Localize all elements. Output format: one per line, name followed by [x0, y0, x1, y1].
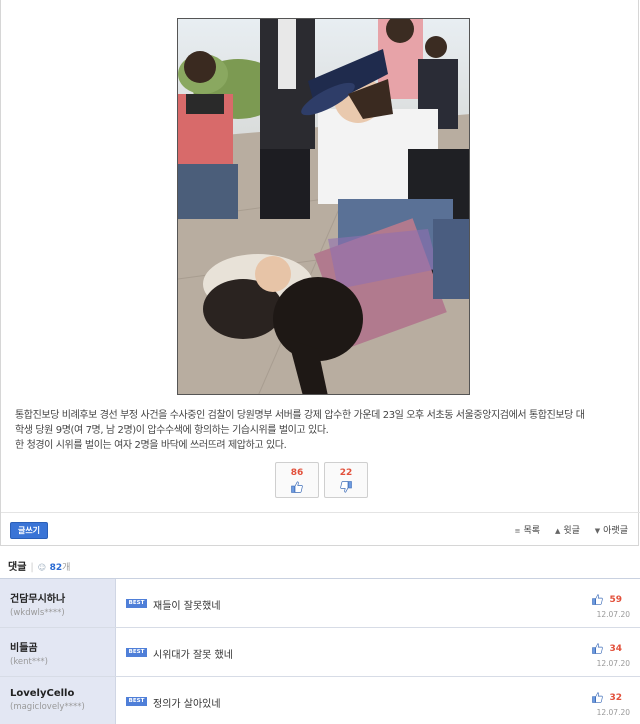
comment-like-count: 32: [609, 693, 622, 703]
prev-label: 윗글: [563, 526, 580, 536]
photo-illustration: [178, 19, 469, 394]
triangle-down-icon: ▼: [594, 527, 601, 535]
next-post-link[interactable]: ▼ 아랫글: [595, 526, 628, 536]
comment-author[interactable]: 건담무시하나 (wkdwls****): [0, 579, 116, 627]
article-line-2: 학생 당원 9명(여 7명, 남 2명)이 압수수색에 항의하는 기습시위를 벌…: [15, 425, 329, 436]
page: 통합진보당 비례후보 경선 부정 사건을 수사중인 검찰이 당원명부 서버를 강…: [0, 0, 640, 724]
comment-date: 12.07.20: [596, 708, 630, 717]
author-nickname[interactable]: 건담무시하나: [10, 590, 115, 605]
author-nickname[interactable]: LovelyCello: [10, 688, 115, 699]
article-line-1: 통합진보당 비례후보 경선 부정 사건을 수사중인 검찰이 당원명부 서버를 강…: [15, 410, 585, 421]
thumbs-up-icon: [592, 594, 604, 605]
comment-row: 건담무시하나 (wkdwls****) BEST 재들이 잘못했네 59 12.…: [0, 579, 640, 628]
comment-text: 시위대가 잘못 했네: [153, 650, 233, 661]
upvote-button[interactable]: 86: [275, 462, 319, 498]
comment-text: 재들이 잘못했네: [153, 601, 221, 612]
list-label: 목록: [523, 526, 541, 536]
comment-like-button[interactable]: 59: [592, 594, 622, 605]
upvote-count: 86: [290, 468, 304, 478]
comment-date: 12.07.20: [596, 659, 630, 668]
news-photo[interactable]: [177, 18, 470, 395]
prev-post-link[interactable]: ▲ 윗글: [555, 526, 580, 536]
post-navigation: ≡ 목록 ▲ 윗글 ▼ 아랫글: [503, 523, 628, 536]
thumbs-up-icon: [592, 643, 604, 654]
author-nickname[interactable]: 비들곰: [10, 639, 115, 654]
comment-author[interactable]: 비들곰 (kent***): [0, 628, 116, 676]
triangle-up-icon: ▲: [554, 527, 561, 535]
comments-header: 댓글 | ☺ 82개: [8, 558, 70, 573]
thumbs-up-icon: [291, 481, 303, 493]
author-id: (kent***): [10, 657, 48, 667]
comment-like-count: 59: [609, 595, 622, 605]
comment-like-button[interactable]: 32: [592, 692, 622, 703]
best-badge: BEST: [126, 697, 147, 706]
comments-title: 댓글: [8, 562, 27, 573]
next-label: 아랫글: [603, 526, 628, 536]
author-id: (wkdwls****): [10, 608, 65, 618]
divider: |: [30, 562, 34, 573]
downvote-button[interactable]: 22: [324, 462, 368, 498]
comment-row: LovelyCello (magiclovely****) BEST 정의가 살…: [0, 677, 640, 724]
write-button[interactable]: 글쓰기: [10, 522, 48, 539]
list-link[interactable]: ≡ 목록: [515, 526, 540, 536]
comment-row: 비들곰 (kent***) BEST 시위대가 잘못 했네 34 12.07.2…: [0, 628, 640, 677]
thumbs-up-icon: [592, 692, 604, 703]
list-icon: ≡: [514, 527, 521, 535]
best-badge: BEST: [126, 648, 147, 657]
post-container: 통합진보당 비례후보 경선 부정 사건을 수사중인 검찰이 당원명부 서버를 강…: [0, 0, 640, 546]
comment-count-icon: ☺: [37, 563, 47, 572]
comment-count: 82: [49, 563, 63, 573]
comment-author[interactable]: LovelyCello (magiclovely****): [0, 677, 116, 724]
comment-text: 정의가 살아있네: [153, 699, 221, 710]
comment-list: 건담무시하나 (wkdwls****) BEST 재들이 잘못했네 59 12.…: [0, 578, 640, 724]
article-body: 통합진보당 비례후보 경선 부정 사건을 수사중인 검찰이 당원명부 서버를 강…: [15, 408, 627, 453]
best-badge: BEST: [126, 599, 147, 608]
article-line-3: 한 청경이 시위를 벌이는 여자 2명을 바닥에 쓰러뜨려 제압하고 있다.: [15, 440, 287, 451]
downvote-count: 22: [339, 468, 353, 478]
comment-like-button[interactable]: 34: [592, 643, 622, 654]
comment-like-count: 34: [609, 644, 622, 654]
post-toolbar: 글쓰기 ≡ 목록 ▲ 윗글 ▼ 아랫글: [1, 512, 640, 546]
author-id: (magiclovely****): [10, 702, 85, 712]
comment-date: 12.07.20: [596, 610, 630, 619]
comment-count-unit: 개: [62, 563, 71, 573]
thumbs-down-icon: [340, 481, 352, 493]
